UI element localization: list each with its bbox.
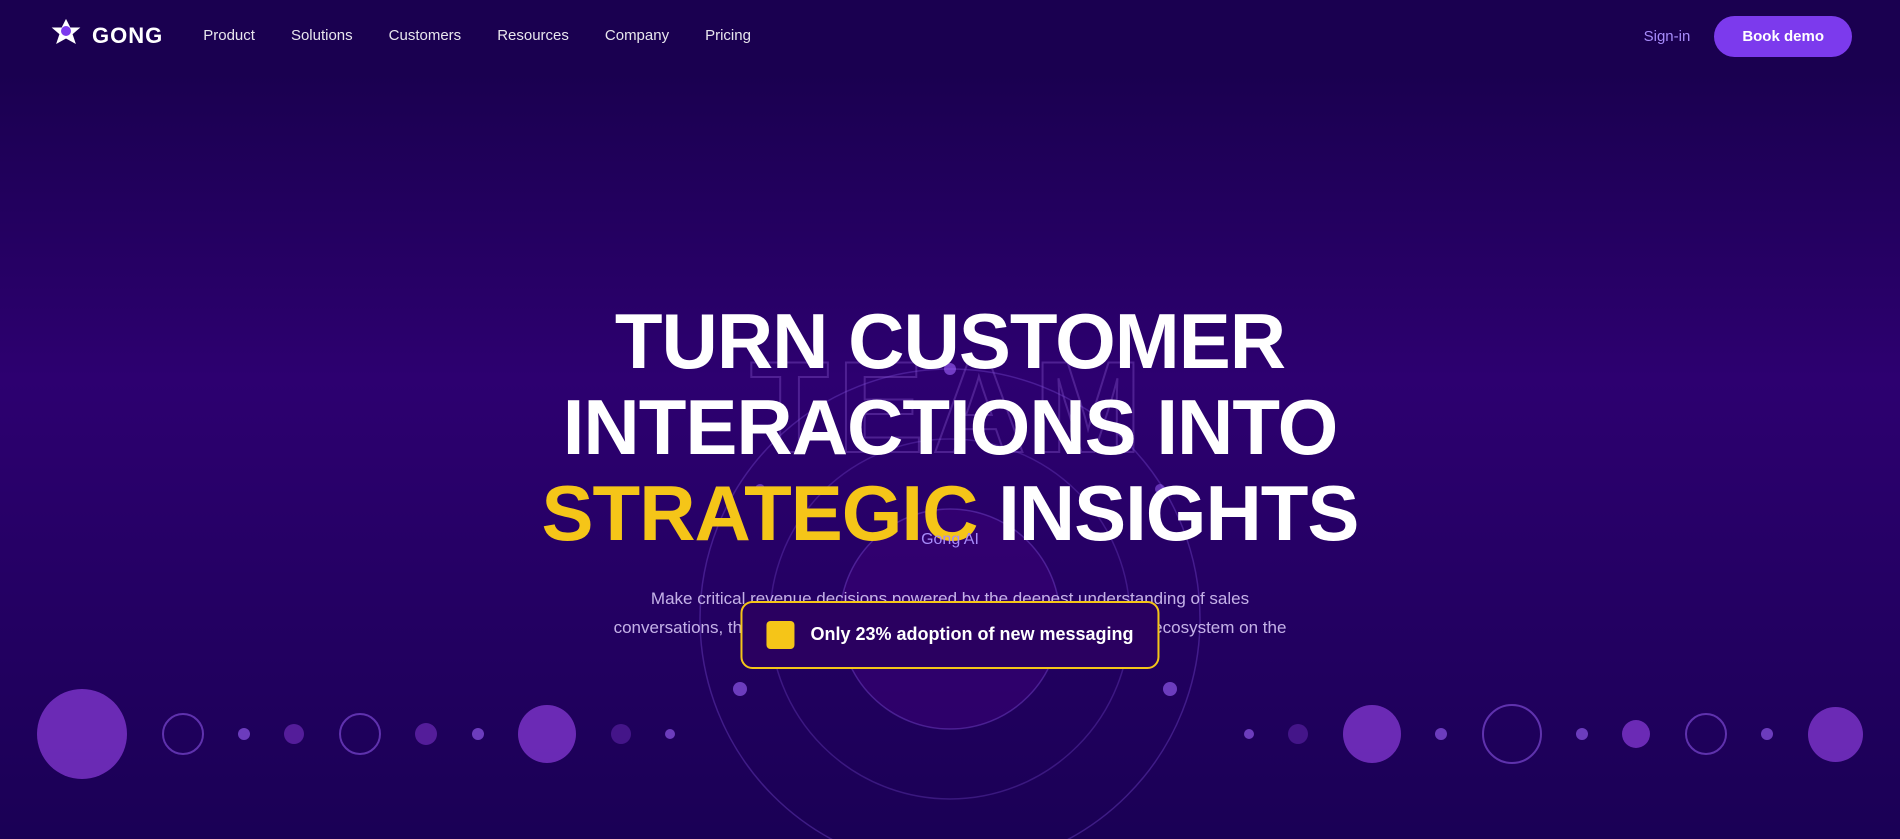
sign-in-link[interactable]: Sign-in: [1644, 28, 1691, 45]
gong-ai-label: Gong AI: [921, 531, 979, 549]
logo-text: GONG: [92, 23, 163, 49]
circle-item: [1808, 707, 1863, 762]
circle-item: [1761, 728, 1773, 740]
logo-icon: [48, 18, 84, 54]
hero-insights: INSIGHTS: [977, 469, 1358, 557]
circle-item: [1685, 713, 1727, 755]
circle-item: [665, 729, 675, 739]
hero-title-line1: TURN CUSTOMER INTERACTIONS INTO: [475, 299, 1425, 471]
book-demo-button[interactable]: Book demo: [1714, 16, 1852, 57]
circle-item: [1622, 720, 1650, 748]
circle-item: [1576, 728, 1588, 740]
circle-item: [1435, 728, 1447, 740]
circle-item: [611, 724, 631, 744]
circle-item: [518, 705, 576, 763]
nav-links: Product Solutions Customers Resources Co…: [203, 27, 751, 45]
tooltip-text: Only 23% adoption of new messaging: [810, 623, 1133, 646]
circle-item: [1244, 729, 1254, 739]
nav-resources[interactable]: Resources: [497, 27, 569, 44]
logo[interactable]: GONG: [48, 18, 163, 54]
circle-item: [162, 713, 204, 755]
circle-item: [37, 689, 127, 779]
nav-customers[interactable]: Customers: [389, 27, 462, 44]
circle-item: [1482, 704, 1542, 764]
nav-right: Sign-in Book demo: [1644, 16, 1852, 57]
circle-item: [1343, 705, 1401, 763]
hero-section: TEAM TURN CUSTOMER INTERACTIONS INTO STR…: [0, 72, 1900, 839]
circle-item: [472, 728, 484, 740]
hero-strategic: STRATEGIC: [542, 469, 978, 557]
circle-item: [284, 724, 304, 744]
nav-company[interactable]: Company: [605, 27, 669, 44]
navbar: GONG Product Solutions Customers Resourc…: [0, 0, 1900, 72]
circle-item: [1288, 724, 1308, 744]
nav-pricing[interactable]: Pricing: [705, 27, 751, 44]
tooltip-icon: [766, 621, 794, 649]
tooltip-card: Only 23% adoption of new messaging: [740, 601, 1159, 669]
hero-title: TURN CUSTOMER INTERACTIONS INTO STRATEGI…: [475, 299, 1425, 556]
circle-item: [415, 723, 437, 745]
circle-item: [238, 728, 250, 740]
circle-item: [339, 713, 381, 755]
nav-product[interactable]: Product: [203, 27, 255, 44]
nav-solutions[interactable]: Solutions: [291, 27, 353, 44]
